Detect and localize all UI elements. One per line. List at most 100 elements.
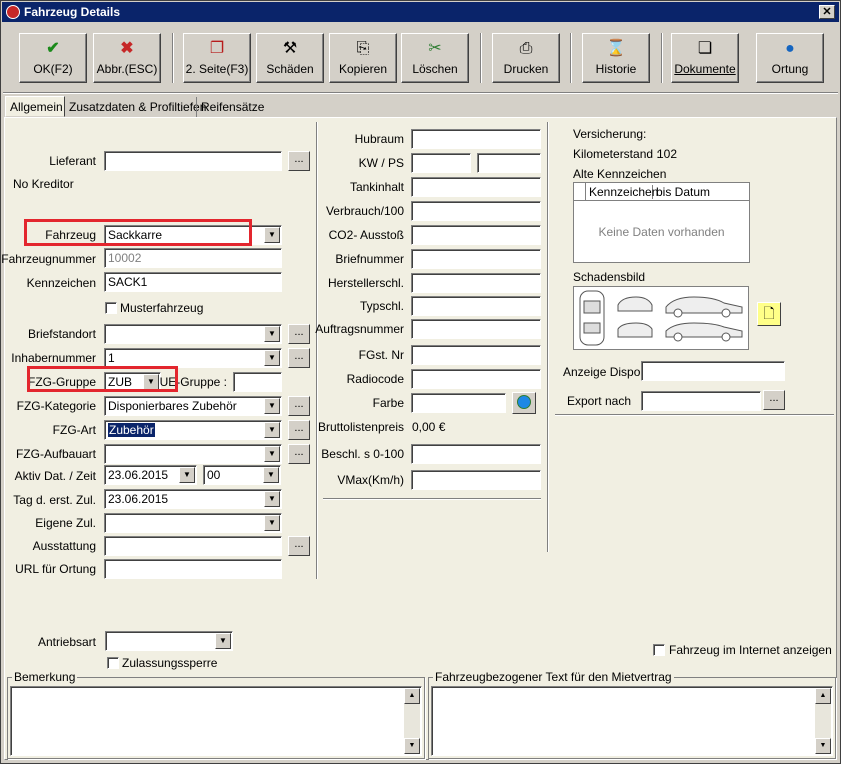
fzg-aufbauart-lookup-button[interactable]: ... xyxy=(288,444,310,464)
app-icon xyxy=(6,5,20,19)
documents-icon: ❏ xyxy=(697,40,713,57)
scroll-up-icon[interactable]: ▲ xyxy=(815,688,831,704)
url-ortung-input[interactable] xyxy=(104,559,282,579)
chevron-down-icon[interactable]: ▼ xyxy=(264,350,280,366)
eigene-zul-label: Eigene Zul. xyxy=(35,516,96,530)
co2-input[interactable] xyxy=(411,225,541,245)
typschl-input[interactable] xyxy=(411,296,541,316)
briefstandort-lookup-button[interactable]: ... xyxy=(288,324,310,344)
versicherung-label: Versicherung: xyxy=(573,127,647,141)
chevron-down-icon[interactable]: ▼ xyxy=(179,467,195,483)
chevron-down-icon[interactable]: ▼ xyxy=(264,491,280,507)
alte-kennzeichen-label: Alte Kennzeichen xyxy=(573,167,667,181)
column-header-kennzeichen[interactable]: Kennzeichen xyxy=(587,185,658,199)
history-button[interactable]: ⌛ Historie xyxy=(582,33,650,83)
window-title: Fahrzeug Details xyxy=(24,5,121,19)
ausstattung-input[interactable] xyxy=(104,536,282,556)
print-button[interactable]: ⎙ Drucken xyxy=(492,33,560,83)
zulassungssperre-checkbox[interactable] xyxy=(107,657,119,669)
kw-input[interactable] xyxy=(411,153,471,173)
chevron-down-icon[interactable]: ▼ xyxy=(263,467,279,483)
chevron-down-icon[interactable]: ▼ xyxy=(264,422,280,438)
briefnummer-input[interactable] xyxy=(411,249,541,269)
ok-button[interactable]: ✔ OK(F2) xyxy=(19,33,87,83)
hubraum-input[interactable] xyxy=(411,129,541,149)
damages-button[interactable]: ⚒ Schäden xyxy=(256,33,324,83)
new-damage-button[interactable]: 🗋 xyxy=(757,302,781,326)
export-nach-lookup-button[interactable]: ... xyxy=(763,390,785,410)
auftragsnummer-label: Auftragsnummer xyxy=(315,322,404,336)
damage-diagram[interactable] xyxy=(573,286,749,350)
tab-reifensaetze[interactable]: Reifensätze xyxy=(196,97,266,117)
column-header-bis-datum[interactable]: bis Datum xyxy=(655,185,710,199)
title-bar: Fahrzeug Details ✕ xyxy=(2,2,839,22)
verbrauch-input[interactable] xyxy=(411,201,541,221)
herstellerschl-input[interactable] xyxy=(411,273,541,293)
fzg-kategorie-lookup-button[interactable]: ... xyxy=(288,396,310,416)
zulassungssperre-label: Zulassungssperre xyxy=(122,656,218,670)
aktiv-date-picker[interactable]: 23.06.2015 ▼ xyxy=(104,465,197,485)
fgst-nr-input[interactable] xyxy=(411,345,541,365)
bemerkung-group: Bemerkung ▲ ▼ xyxy=(7,670,425,759)
aktiv-time-picker[interactable]: 00 ▼ xyxy=(203,465,281,485)
scroll-down-icon[interactable]: ▼ xyxy=(815,738,831,754)
musterfahrzeug-checkbox[interactable] xyxy=(105,302,117,314)
tab-zusatzdaten[interactable]: Zusatzdaten & Profiltiefen xyxy=(65,97,206,117)
antriebsart-dropdown[interactable]: ▼ xyxy=(105,631,233,651)
fzg-art-lookup-button[interactable]: ... xyxy=(288,420,310,440)
lieferant-lookup-button[interactable]: ... xyxy=(288,151,310,171)
ue-gruppe-input[interactable] xyxy=(233,372,282,392)
documents-button[interactable]: ❏ Dokumente xyxy=(671,33,739,83)
fahrzeugnummer-input[interactable]: 10002 xyxy=(104,248,282,268)
kennzeichen-input[interactable]: SACK1 xyxy=(104,272,282,292)
radiocode-input[interactable] xyxy=(411,369,541,389)
close-button[interactable]: ✕ xyxy=(819,5,835,19)
cancel-button[interactable]: ✖ Abbr.(ESC) xyxy=(93,33,161,83)
chevron-down-icon[interactable]: ▼ xyxy=(264,227,280,243)
color-picker-button[interactable] xyxy=(512,392,536,414)
ausstattung-lookup-button[interactable]: ... xyxy=(288,536,310,556)
fahrzeugnummer-label: Fahrzeugnummer xyxy=(1,252,96,266)
checkmark-icon: ✔ xyxy=(46,40,60,57)
chevron-down-icon[interactable]: ▼ xyxy=(264,326,280,342)
chevron-down-icon[interactable]: ▼ xyxy=(215,633,231,649)
bemerkung-scrollbar[interactable]: ▲ ▼ xyxy=(404,688,420,754)
chevron-down-icon[interactable]: ▼ xyxy=(264,398,280,414)
mietvertrag-textarea[interactable]: ▲ ▼ xyxy=(431,686,833,756)
anzeige-dispo-input[interactable] xyxy=(641,361,785,381)
lieferant-input[interactable] xyxy=(104,151,282,171)
chevron-down-icon[interactable]: ▼ xyxy=(264,515,280,531)
ps-input[interactable] xyxy=(477,153,541,173)
auftragsnummer-input[interactable] xyxy=(411,319,541,339)
farbe-input[interactable] xyxy=(411,393,506,413)
fzg-art-dropdown[interactable]: Zubehör ▼ xyxy=(104,420,282,440)
scroll-down-icon[interactable]: ▼ xyxy=(404,738,420,754)
alte-kennzeichen-grid[interactable]: Kennzeichen bis Datum Keine Daten vorhan… xyxy=(573,182,750,263)
verbrauch-label: Verbrauch/100 xyxy=(325,204,404,218)
tag-erst-zul-picker[interactable]: 23.06.2015 ▼ xyxy=(104,489,282,509)
chevron-down-icon[interactable]: ▼ xyxy=(264,446,280,462)
delete-button[interactable]: ✂ Löschen xyxy=(401,33,469,83)
briefstandort-dropdown[interactable]: ▼ xyxy=(104,324,282,344)
inhabernummer-dropdown[interactable]: 1 ▼ xyxy=(104,348,282,368)
internet-checkbox[interactable] xyxy=(653,644,665,656)
tab-allgemein[interactable]: Allgemein xyxy=(5,96,65,117)
export-nach-input[interactable] xyxy=(641,391,761,411)
second-page-button[interactable]: ❐ 2. Seite(F3) xyxy=(183,33,251,83)
url-ortung-label: URL für Ortung xyxy=(15,562,96,576)
mietvertrag-scrollbar[interactable]: ▲ ▼ xyxy=(815,688,831,754)
beschl-input[interactable] xyxy=(411,444,541,464)
fzg-kategorie-dropdown[interactable]: Disponierbares Zubehör ▼ xyxy=(104,396,282,416)
bemerkung-label: Bemerkung xyxy=(12,670,78,684)
middle-divider xyxy=(323,498,541,500)
location-button[interactable]: ● Ortung xyxy=(756,33,824,83)
vmax-input[interactable] xyxy=(411,470,541,490)
copy-button[interactable]: ⎘ Kopieren xyxy=(329,33,397,83)
eigene-zul-dropdown[interactable]: ▼ xyxy=(104,513,282,533)
bemerkung-textarea[interactable]: ▲ ▼ xyxy=(10,686,422,756)
tankinhalt-input[interactable] xyxy=(411,177,541,197)
inhabernummer-lookup-button[interactable]: ... xyxy=(288,348,310,368)
fzg-aufbauart-dropdown[interactable]: ▼ xyxy=(104,444,282,464)
scroll-up-icon[interactable]: ▲ xyxy=(404,688,420,704)
toolbar-separator xyxy=(172,33,174,83)
